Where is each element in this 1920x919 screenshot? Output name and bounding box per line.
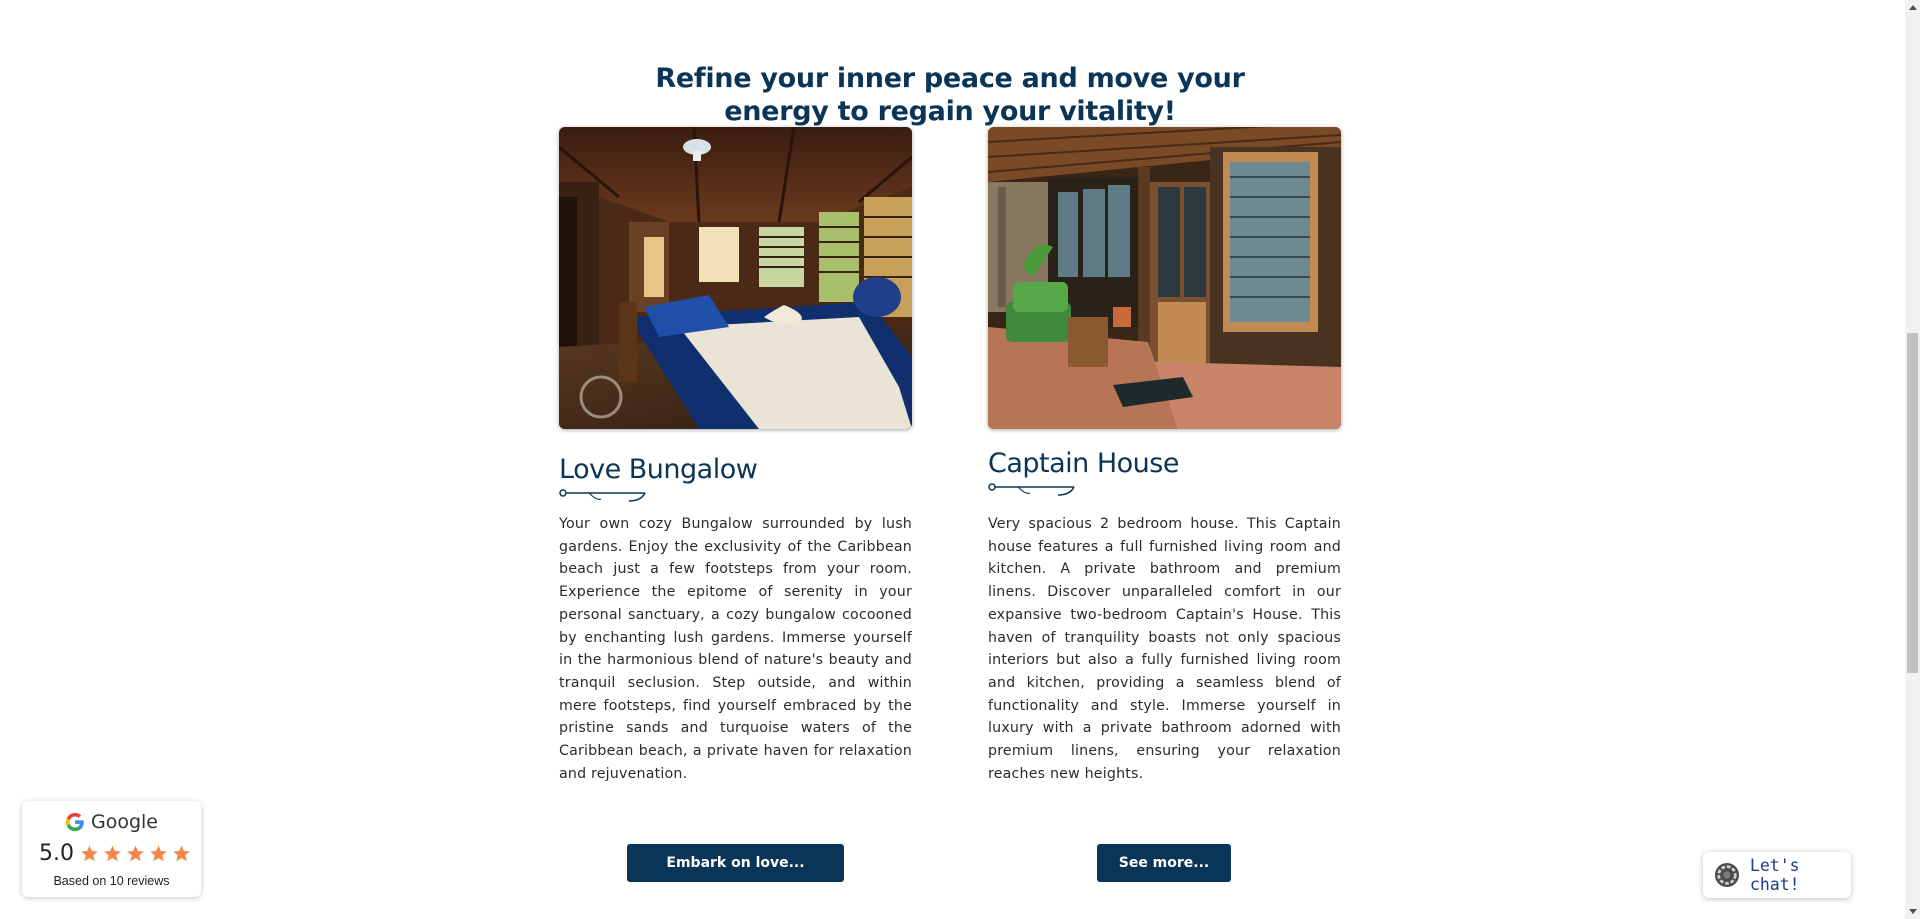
embark-on-love-button[interactable]: Embark on love... — [627, 844, 844, 882]
page: Refine your inner peace and move your en… — [0, 0, 1905, 919]
scrollbar-thumb[interactable] — [1907, 333, 1918, 673]
google-logo-icon — [65, 812, 84, 832]
card-description: Very spacious 2 bedroom house. This Capt… — [988, 516, 1341, 782]
chat-avatar-icon — [1714, 862, 1739, 888]
heading-line-1: Refine your inner peace and move your — [655, 63, 1245, 95]
google-reviews-widget[interactable]: Google 5.0 Based on 10 reviews — [22, 801, 201, 897]
bungalow-bedroom-photo[interactable] — [559, 127, 912, 429]
see-more-button[interactable]: See more... — [1097, 844, 1231, 882]
section-heading: Refine your inner peace and move your en… — [0, 62, 1900, 128]
star-icon — [127, 845, 144, 862]
decorative-divider-icon — [988, 483, 1075, 496]
card-captain-house: Captain House Very spacious 2 bedroom ho… — [988, 127, 1341, 782]
heading-line-2: energy to regain your vitality! — [724, 96, 1176, 128]
scroll-up-arrow-icon[interactable] — [1905, 0, 1920, 15]
google-rating: 5.0 — [39, 841, 191, 866]
page-scrollbar[interactable] — [1905, 0, 1920, 919]
captain-house-porch-photo[interactable] — [988, 127, 1341, 429]
star-icon — [104, 845, 121, 862]
chat-launcher-button[interactable]: Let's chat! — [1703, 852, 1851, 898]
decorative-divider-icon — [559, 489, 646, 502]
reviews-count: Based on 10 reviews — [53, 874, 170, 888]
star-icon — [173, 845, 190, 862]
star-icon — [81, 845, 98, 862]
google-header: Google — [22, 811, 201, 833]
chat-label: Let's chat! — [1749, 856, 1800, 894]
google-brand-label: Google — [90, 811, 158, 833]
card-love-bungalow: Love Bungalow Your own cozy Bungalow sur… — [559, 127, 912, 782]
card-title: Captain House — [988, 448, 1179, 479]
scroll-down-arrow-icon[interactable] — [1905, 904, 1920, 919]
star-icon — [150, 845, 167, 862]
card-description: Your own cozy Bungalow surrounded by lus… — [559, 516, 912, 782]
rating-score: 5.0 — [39, 841, 74, 866]
card-title: Love Bungalow — [559, 454, 758, 485]
